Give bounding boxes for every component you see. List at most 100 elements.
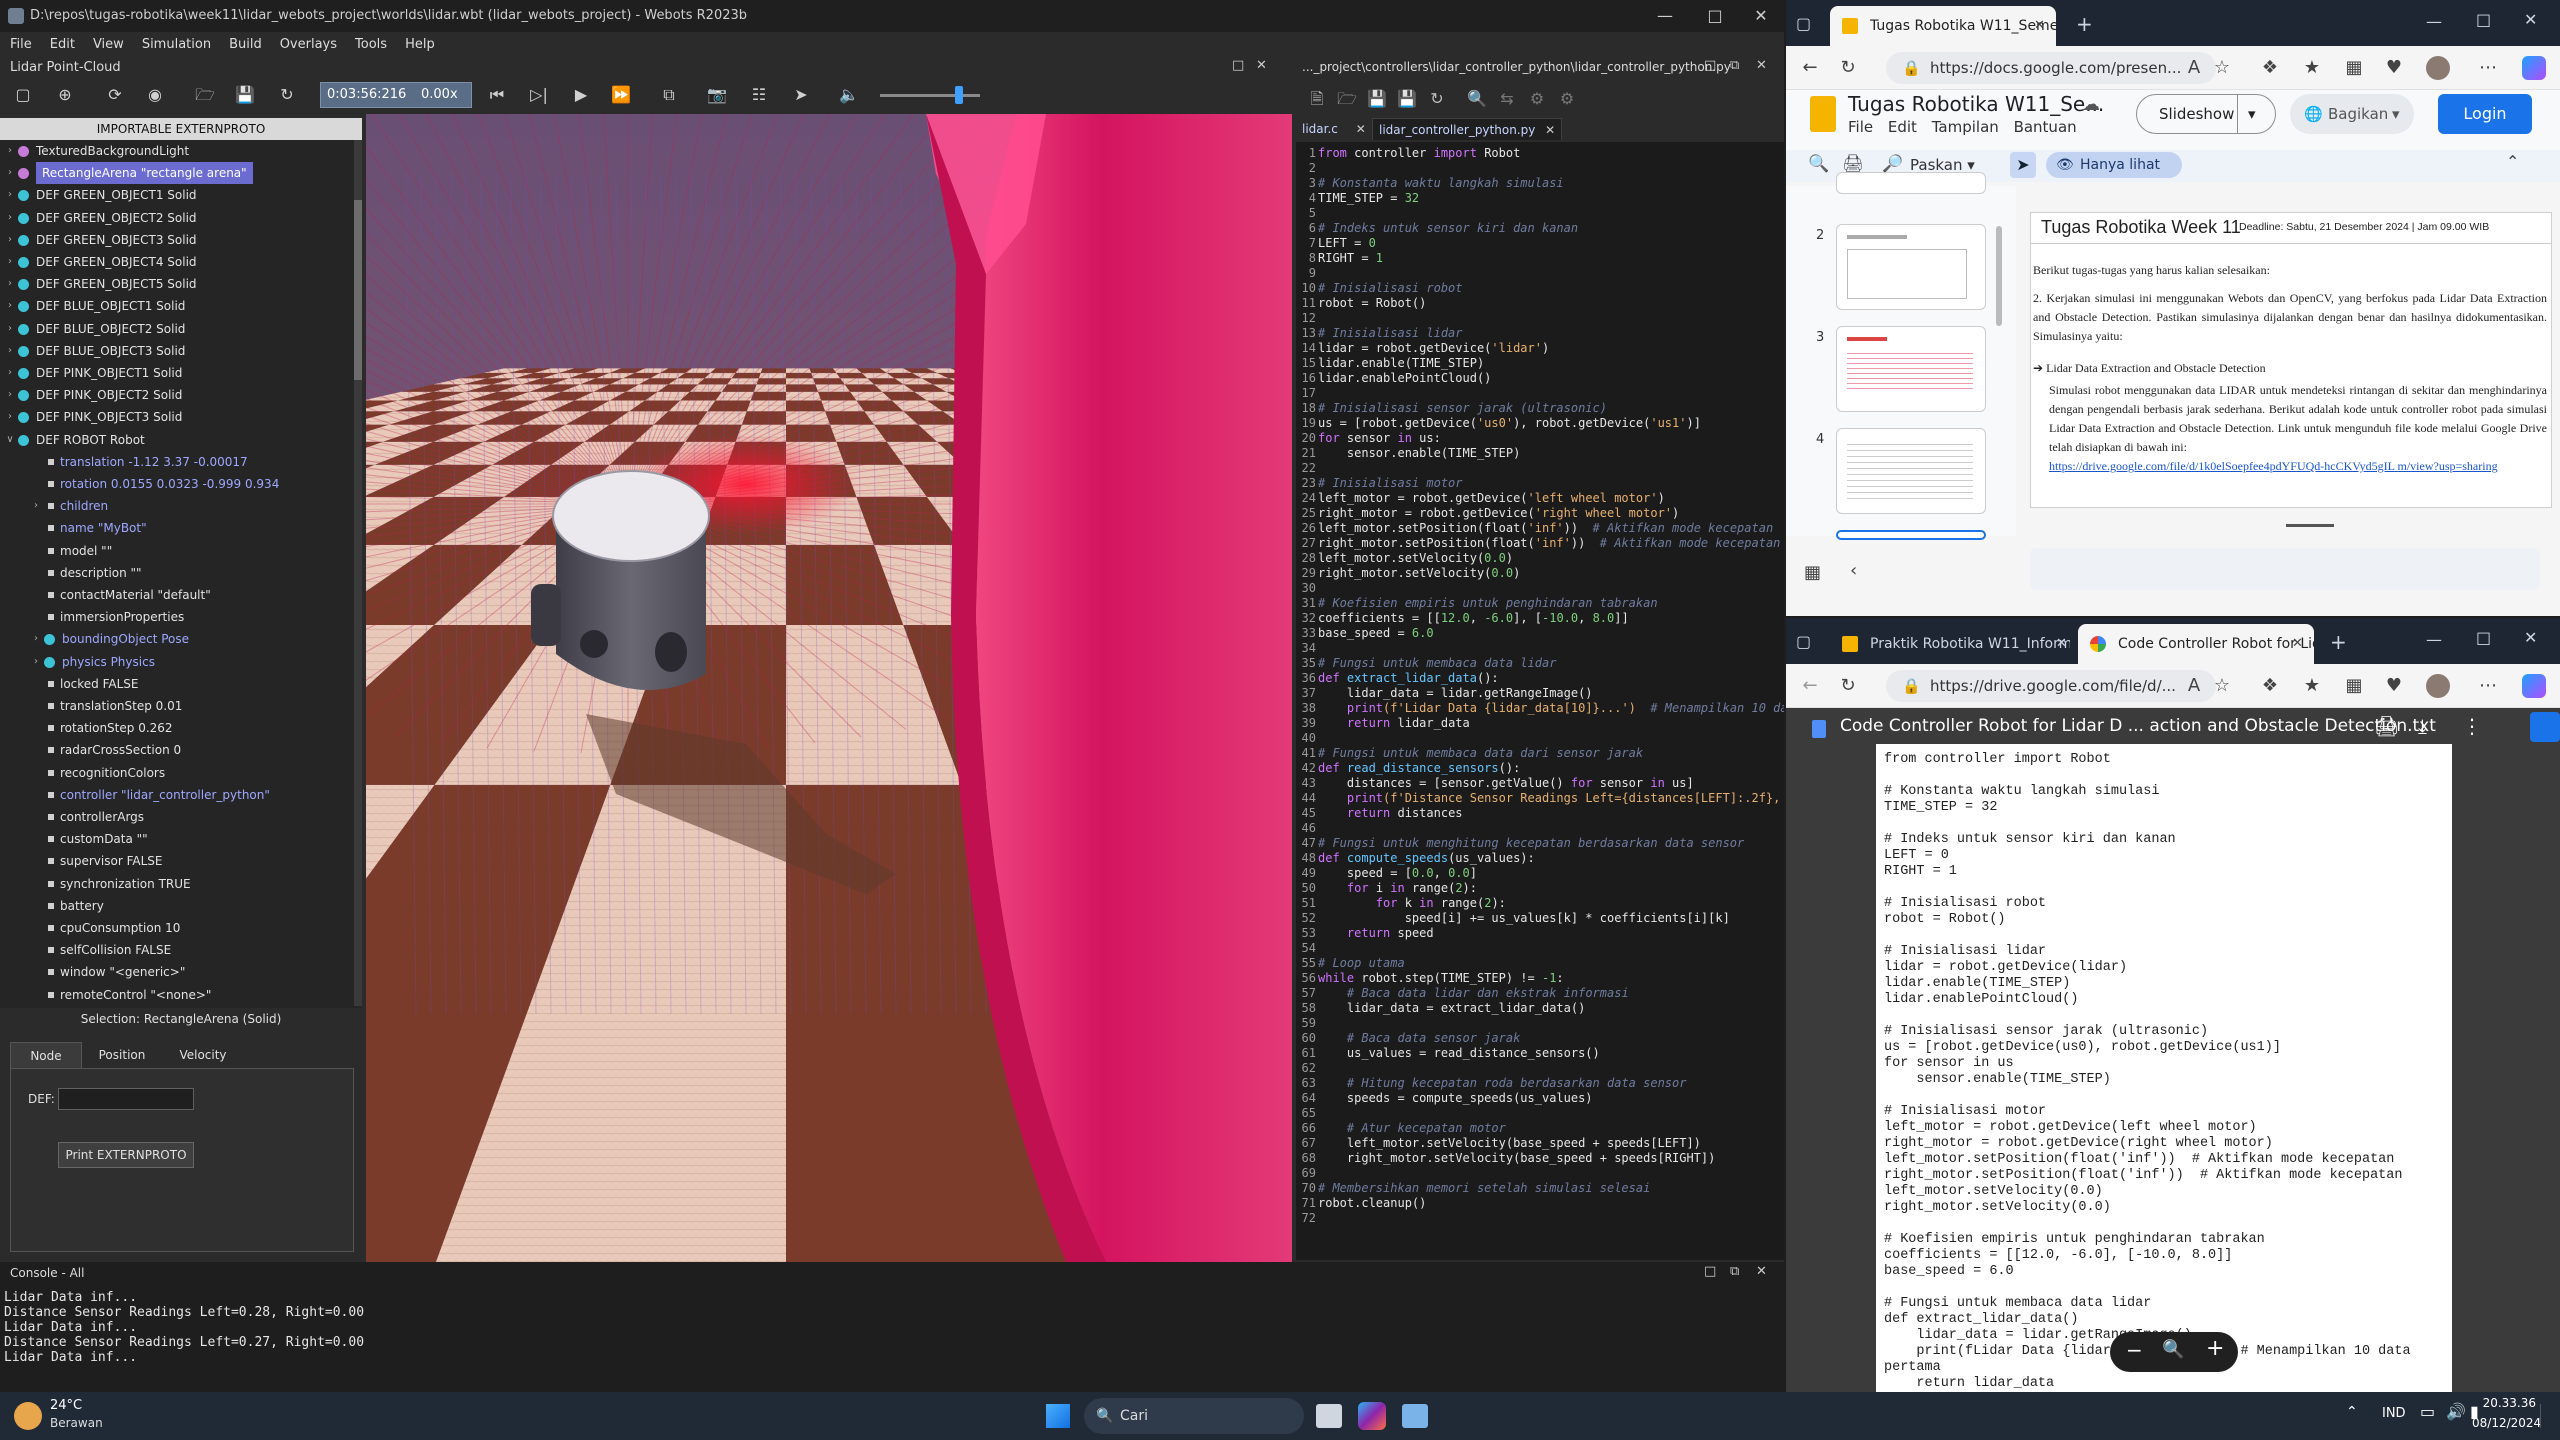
taskbar-search[interactable]: 🔍 Cari: [1084, 1398, 1304, 1434]
console-close-icon[interactable]: ✕: [1756, 1264, 1767, 1279]
save-all-icon[interactable]: 💾: [1396, 88, 1418, 110]
print-icon[interactable]: 🖨: [1842, 154, 1864, 174]
menu-help[interactable]: Bantuan: [2014, 118, 2077, 136]
expand-arrow-right-icon[interactable]: ›: [4, 318, 16, 340]
expand-arrow-right-icon[interactable]: ›: [30, 495, 42, 517]
def-input[interactable]: [58, 1088, 194, 1110]
slide-resize-handle[interactable]: [2286, 524, 2334, 527]
more-menu-icon[interactable]: ⋯: [2476, 674, 2500, 698]
tab-close-icon[interactable]: ✕: [2056, 636, 2067, 651]
editor-restore-icon[interactable]: □: [1704, 58, 1716, 73]
menu-build[interactable]: Build: [229, 37, 262, 52]
expand-arrow-right-icon[interactable]: ›: [4, 273, 16, 295]
zoom-icon[interactable]: 🔎: [1882, 154, 1903, 174]
find-icon[interactable]: 🔍: [1466, 88, 1488, 110]
download-icon[interactable]: ⤓: [2418, 714, 2427, 738]
slide-thumb-1[interactable]: [1836, 172, 1986, 194]
profile-avatar[interactable]: [2426, 56, 2450, 80]
zoom-icon[interactable]: 🔍: [2162, 1339, 2184, 1360]
speaker-notes[interactable]: [2030, 548, 2540, 590]
tab-lidar-controller-python[interactable]: lidar_controller_python.py ✕: [1372, 118, 1563, 140]
pane-close-icon[interactable]: ✕: [1256, 58, 1267, 73]
reload-world-icon[interactable]: ↻: [276, 84, 298, 106]
tab-close-icon[interactable]: ✕: [1545, 123, 1555, 137]
slide-thumb-5[interactable]: [1836, 530, 1986, 540]
maximize-button[interactable]: □: [2476, 628, 2491, 647]
zoom-in-icon[interactable]: +: [2206, 1336, 2224, 1361]
expand-arrow-down-icon[interactable]: ∨: [4, 429, 16, 451]
task-view-icon[interactable]: [1316, 1404, 1342, 1428]
save-world-icon[interactable]: 💾: [234, 84, 256, 106]
tab-lidar-c[interactable]: lidar.c ✕: [1296, 118, 1372, 140]
profile-avatar[interactable]: [2426, 674, 2450, 698]
expand-arrow-right-icon[interactable]: ›: [4, 207, 16, 229]
weather-icon[interactable]: [14, 1402, 42, 1430]
webots-taskbar-icon[interactable]: [1402, 1404, 1428, 1428]
save-file-icon[interactable]: 💾: [1366, 88, 1388, 110]
expand-arrow-right-icon[interactable]: ›: [30, 651, 42, 673]
back-icon[interactable]: ←: [1798, 56, 1822, 80]
code-editor[interactable]: 1 from controller import Robot 2 3 # Konstan…: [1296, 142, 1784, 1260]
menu-file[interactable]: File: [1848, 118, 1873, 136]
expand-arrow-right-icon[interactable]: ›: [4, 362, 16, 384]
search-icon[interactable]: 🔍: [1808, 154, 1829, 174]
expand-arrow-right-icon[interactable]: ›: [4, 162, 16, 184]
minimize-button[interactable]: —: [2426, 630, 2442, 649]
copilot-icon[interactable]: [2522, 56, 2546, 80]
minimize-button[interactable]: —: [1640, 0, 1690, 32]
menu-edit[interactable]: Edit: [1888, 118, 1917, 136]
clock-date[interactable]: 08/12/2024: [2472, 1416, 2541, 1430]
print-externproto-button[interactable]: Print EXTERNPROTO: [58, 1142, 194, 1168]
filmstrip-scrollbar[interactable]: [1996, 226, 2002, 326]
menu-simulation[interactable]: Simulation: [142, 37, 211, 52]
expand-arrow-right-icon[interactable]: ›: [4, 140, 16, 162]
reload-icon[interactable]: ↻: [1836, 56, 1860, 80]
revert-icon[interactable]: ↻: [1426, 88, 1448, 110]
tab-close-icon[interactable]: ✕: [2292, 636, 2303, 651]
reload-icon[interactable]: ↻: [1836, 674, 1860, 698]
share-icon[interactable]: ➤: [790, 84, 812, 106]
tab-praktik[interactable]: Praktik Robotika W11_Informati: [1830, 624, 2070, 664]
new-tab-icon[interactable]: +: [2330, 630, 2347, 654]
volume-icon[interactable]: 🔊: [2446, 1402, 2466, 1421]
copilot-icon[interactable]: [2522, 674, 2546, 698]
console-float-icon[interactable]: ⧉: [1730, 1264, 1739, 1279]
build-icon[interactable]: ⚙: [1526, 88, 1548, 110]
collapse-toolbar-icon[interactable]: ⌃: [2506, 152, 2519, 171]
editor-hscroll[interactable]: [1630, 1250, 1633, 1256]
tab-position[interactable]: Position: [86, 1042, 158, 1068]
record-movie-icon[interactable]: ☷: [748, 84, 770, 106]
tab-actions-icon[interactable]: ▢: [1796, 632, 1811, 651]
share-drive-button[interactable]: [2530, 712, 2560, 742]
show-hidden-icons[interactable]: ⌃: [2346, 1404, 2358, 1420]
favorites-icon[interactable]: ★: [2300, 674, 2324, 698]
menu-help[interactable]: Help: [405, 37, 435, 52]
close-button[interactable]: ✕: [2524, 10, 2537, 29]
back-icon[interactable]: ←: [1798, 674, 1822, 698]
editor-close-icon[interactable]: ✕: [1756, 58, 1767, 73]
play-icon[interactable]: ▶: [570, 84, 592, 106]
new-file-icon[interactable]: 🗎: [1306, 88, 1328, 110]
browser-essentials-icon[interactable]: ♥: [2382, 56, 2406, 80]
close-button[interactable]: ✕: [1736, 0, 1784, 32]
maximize-button[interactable]: □: [2476, 10, 2491, 29]
toggle-scene-tree-icon[interactable]: ▢: [12, 84, 34, 106]
select-tool-icon[interactable]: ➤: [2010, 152, 2036, 178]
expand-arrow-right-icon[interactable]: ›: [4, 340, 16, 362]
replace-icon[interactable]: ⇆: [1496, 88, 1518, 110]
view-only-badge[interactable]: 👁 Hanya lihat: [2046, 152, 2182, 178]
menu-overlays[interactable]: Overlays: [280, 37, 337, 52]
reset-simulation-icon[interactable]: ⏮: [486, 84, 508, 106]
collections-icon[interactable]: ▦: [2342, 56, 2366, 80]
network-icon[interactable]: ▭: [2420, 1402, 2435, 1421]
menu-file[interactable]: File: [10, 37, 32, 52]
slideshow-button[interactable]: Slideshow ▾: [2136, 94, 2276, 134]
tab-slides[interactable]: Tugas Robotika W11_Semester Ga: [1830, 6, 2056, 46]
slide-thumb-4[interactable]: [1836, 428, 1986, 514]
share-button[interactable]: 🌐 Bagikan ▾: [2290, 94, 2414, 134]
expand-arrow-right-icon[interactable]: ›: [4, 384, 16, 406]
tab-node[interactable]: Node: [10, 1042, 82, 1068]
view-eye-icon[interactable]: ◉: [144, 84, 166, 106]
volume-handle[interactable]: [955, 86, 963, 104]
scene-tree-scrollbar[interactable]: [354, 140, 362, 1006]
